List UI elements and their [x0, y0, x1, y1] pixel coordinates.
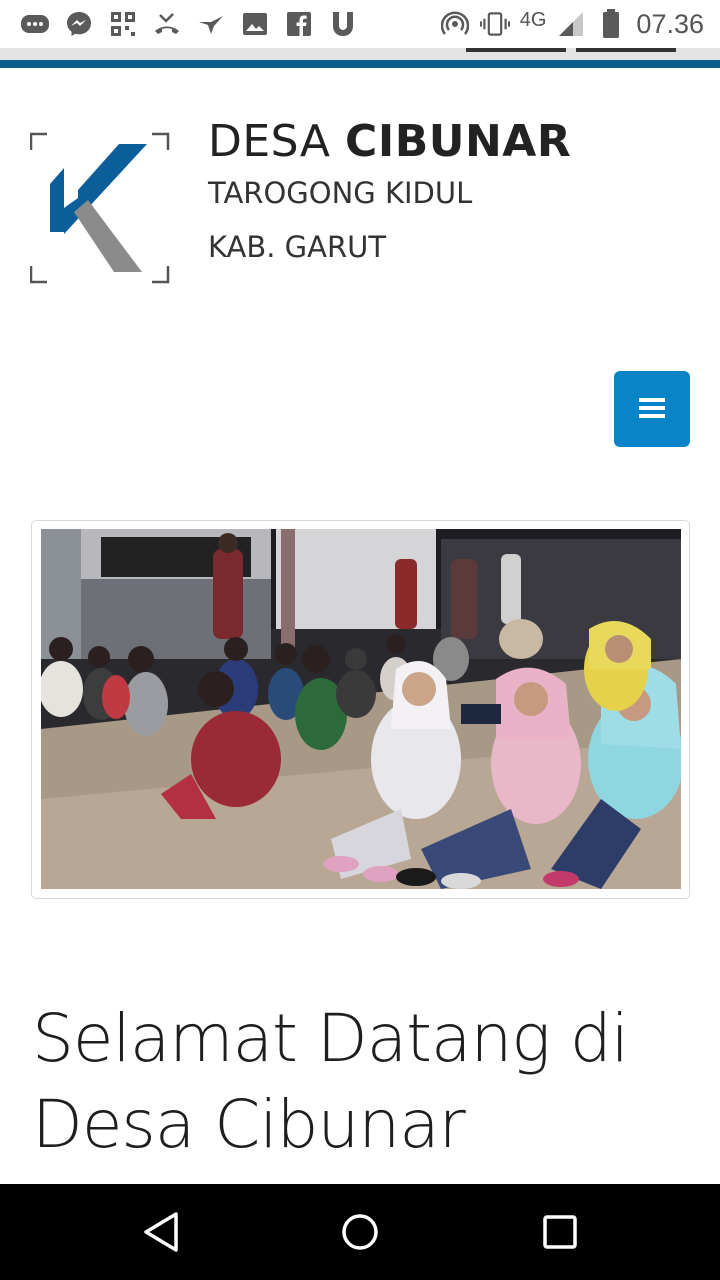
back-button[interactable] — [130, 1204, 190, 1260]
chat-icon — [20, 9, 50, 39]
site-subtitle-regency: KAB. GARUT — [208, 230, 387, 264]
welcome-heading: Selamat Datang di Desa Cibunar — [32, 996, 692, 1168]
messenger-icon — [64, 9, 94, 39]
system-indicators: 4G 07.36 — [440, 0, 704, 48]
welcome-line-1: Selamat Datang di — [32, 1000, 629, 1077]
signal-icon — [556, 9, 586, 39]
menu-toggle-button[interactable] — [614, 371, 690, 447]
recents-icon — [530, 1215, 590, 1263]
hero-photo[interactable] — [41, 529, 681, 889]
image-icon — [240, 9, 270, 39]
home-icon — [330, 1214, 390, 1263]
system-navigation-bar — [0, 1184, 720, 1280]
notification-icons — [0, 9, 358, 39]
top-link-1[interactable] — [466, 48, 566, 52]
status-bar: 4G 07.36 — [0, 0, 720, 48]
site-title-prefix: DESA — [208, 116, 331, 167]
battery-icon — [596, 9, 626, 39]
site-subtitle-district: TAROGONG KIDUL — [208, 176, 473, 210]
vibrate-icon — [479, 9, 510, 39]
missed-call-icon — [152, 9, 182, 39]
hamburger-icon — [639, 397, 665, 422]
site-title[interactable]: DESA CIBUNAR — [208, 116, 571, 167]
hotspot-icon — [440, 9, 470, 39]
site-title-name: CIBUNAR — [345, 116, 572, 167]
back-icon — [130, 1212, 190, 1263]
bird-icon — [196, 9, 226, 39]
welcome-line-2: Desa Cibunar — [32, 1086, 466, 1163]
facebook-icon — [284, 9, 314, 39]
hero-image-frame — [31, 520, 690, 899]
top-link-2[interactable] — [576, 48, 676, 52]
home-button[interactable] — [330, 1204, 390, 1260]
site-logo[interactable] — [29, 132, 170, 284]
u-app-icon — [328, 9, 358, 39]
network-type: 4G — [519, 8, 547, 31]
header-top-bar — [0, 48, 720, 70]
recents-button[interactable] — [530, 1204, 590, 1260]
clock: 07.36 — [636, 8, 704, 39]
qr-icon — [108, 9, 138, 39]
